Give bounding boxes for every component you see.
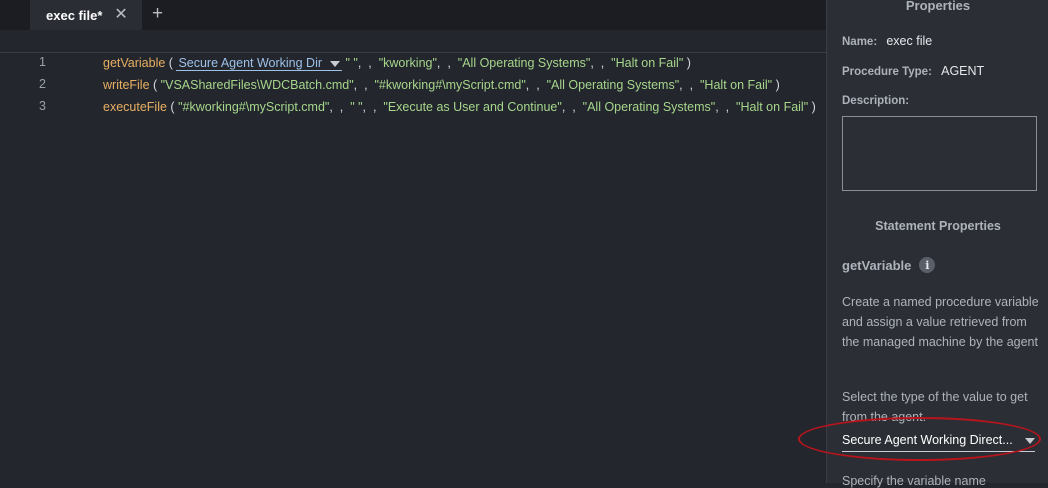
string-argument[interactable]: "Halt on Fail" — [700, 78, 772, 92]
string-argument[interactable]: "All Operating Systems" — [547, 78, 680, 92]
line-number: 3 — [39, 99, 46, 113]
description-textarea[interactable] — [842, 116, 1037, 191]
line-number: 2 — [39, 77, 46, 91]
string-argument[interactable]: "Halt on Fail" — [736, 100, 808, 114]
code-line[interactable]: 2 writeFile ( "VSASharedFiles\WDCBatch.cm… — [0, 74, 826, 96]
close-icon[interactable]: ✕ — [114, 7, 127, 23]
value-type-dropdown[interactable]: Secure Agent Working Direct... — [842, 431, 1035, 452]
line-number: 1 — [39, 55, 46, 69]
string-argument[interactable]: "VSASharedFiles\WDCBatch.cmd" — [161, 78, 354, 92]
open-paren: ( — [149, 78, 158, 92]
info-icon[interactable]: i — [919, 257, 936, 273]
string-argument[interactable]: "kworking" — [379, 56, 437, 70]
procedure-type-row: Procedure Type: AGENT — [842, 64, 984, 78]
code-statement: getVariable ( Secure Agent Working Dir "… — [103, 56, 691, 71]
string-argument[interactable]: "Execute as User and Continue" — [383, 100, 561, 114]
code-statement: executeFile ( "#kworking#\myScript.cmd",… — [103, 100, 816, 114]
statement-properties-title: Statement Properties — [875, 219, 1001, 233]
function-name[interactable]: writeFile — [103, 78, 150, 92]
panel-title: Properties — [905, 0, 971, 13]
name-row: Name: exec file — [842, 34, 932, 48]
procedure-type-label: Procedure Type: — [842, 66, 932, 78]
description-label: Description: — [842, 95, 910, 107]
string-argument[interactable]: " " — [346, 56, 358, 70]
string-argument[interactable]: "All Operating Systems" — [583, 100, 716, 114]
function-name[interactable]: getVariable — [103, 56, 165, 70]
dropdown-selected-value: Secure Agent Working Direct... — [842, 433, 1013, 447]
variable-name-prompt: Specify the variable name — [842, 474, 986, 488]
function-name-text: getVariable — [842, 257, 912, 273]
inline-dropdown[interactable]: Secure Agent Working Dir — [176, 56, 343, 71]
string-argument[interactable]: "#kworking#\myScript.cmd" — [178, 100, 329, 114]
tab-exec-file[interactable]: exec file* ✕ — [30, 0, 142, 30]
chevron-down-icon — [1025, 438, 1035, 444]
code-line[interactable]: 3 executeFile ( "#kworking#\myScript.cmd"… — [0, 96, 826, 118]
function-name[interactable]: executeFile — [103, 100, 167, 114]
tab-bar: exec file* ✕ + — [0, 0, 826, 30]
close-paren: ) — [772, 78, 780, 92]
select-type-prompt: Select the type of the value to get from… — [842, 390, 1028, 424]
inline-dropdown-value: Secure Agent Working Dir — [178, 56, 323, 70]
chevron-down-icon — [330, 60, 341, 67]
open-paren: ( — [166, 100, 175, 114]
statement-function-name: getVariable i — [842, 257, 936, 273]
close-paren: ) — [683, 56, 691, 70]
string-argument[interactable]: "#kworking#\myScript.cmd" — [374, 78, 525, 92]
statement-help-text: Create a named procedure variable and as… — [842, 295, 1039, 349]
procedure-type-value: AGENT — [941, 64, 985, 78]
properties-panel: Properties Name: exec file Procedure Typ… — [826, 0, 1048, 488]
tab-label: exec file* — [46, 7, 103, 23]
code-statement: writeFile ( "VSASharedFiles\WDCBatch.cmd… — [103, 78, 780, 92]
string-argument[interactable]: "Halt on Fail" — [611, 56, 683, 70]
add-tab-icon[interactable]: + — [152, 4, 163, 24]
name-label: Name: — [842, 36, 878, 48]
code-line[interactable]: 1 getVariable ( Secure Agent Working Dir … — [0, 52, 826, 74]
string-argument[interactable]: " " — [350, 100, 362, 114]
string-argument[interactable]: "All Operating Systems" — [458, 56, 591, 70]
close-paren: ) — [808, 100, 816, 114]
name-value: exec file — [886, 34, 933, 48]
open-paren: ( — [165, 56, 173, 70]
